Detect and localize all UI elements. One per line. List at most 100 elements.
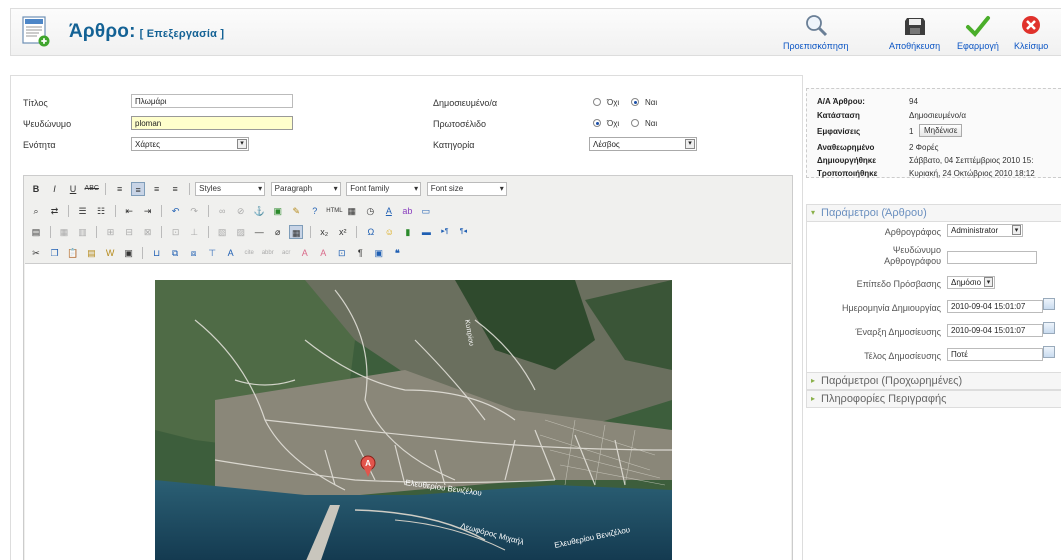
- text-color-icon[interactable]: A: [382, 204, 396, 218]
- table-icon[interactable]: ▦: [57, 225, 71, 239]
- help-icon[interactable]: ?: [308, 204, 322, 218]
- visual-chars-icon[interactable]: ¶: [353, 246, 367, 260]
- horizontal-rule-icon[interactable]: —: [252, 225, 266, 239]
- del-icon[interactable]: A: [298, 246, 312, 260]
- subscript-icon[interactable]: x₂: [317, 225, 331, 239]
- special-char-icon[interactable]: Ω: [364, 225, 378, 239]
- calendar-icon[interactable]: [1043, 322, 1055, 334]
- edit-css-icon[interactable]: ▤: [29, 225, 43, 239]
- align-center-icon[interactable]: ≡: [131, 182, 146, 196]
- published-yes-radio[interactable]: [631, 98, 639, 106]
- insert-row-icon[interactable]: ⊞: [104, 225, 118, 239]
- blockquote-icon[interactable]: ❝: [390, 246, 404, 260]
- close-button[interactable]: Κλείσιμο: [1014, 13, 1048, 51]
- absolute-icon[interactable]: ⊤: [205, 246, 219, 260]
- author-alias-input[interactable]: [947, 251, 1037, 264]
- author-select[interactable]: Administrator ▾: [947, 224, 1023, 237]
- published-no-radio[interactable]: [593, 98, 601, 106]
- undo-icon[interactable]: ↶: [169, 204, 183, 218]
- meta-info-header[interactable]: ▸ Πληροφορίες Περιγραφής: [806, 390, 1061, 408]
- nonbreaking-icon[interactable]: ▣: [372, 246, 386, 260]
- outdent-icon[interactable]: ⇤: [122, 204, 136, 218]
- section-select[interactable]: Χάρτες ▾: [131, 137, 249, 151]
- created-date-input[interactable]: 2010-09-04 15:01:07: [947, 300, 1043, 313]
- separator: [114, 205, 116, 217]
- delete-row-icon[interactable]: ⊟: [122, 225, 136, 239]
- date-icon[interactable]: ▦: [345, 204, 359, 218]
- move-backward-icon[interactable]: ⧈: [187, 246, 201, 260]
- link-icon[interactable]: ∞: [215, 204, 229, 218]
- cleanup-icon[interactable]: ✎: [289, 204, 303, 218]
- replace-icon[interactable]: ⇄: [48, 204, 62, 218]
- ltr-icon[interactable]: ▸¶: [438, 225, 452, 239]
- cut-icon[interactable]: ✂: [29, 246, 43, 260]
- rtl-icon[interactable]: ¶◂: [456, 225, 470, 239]
- publish-start-input[interactable]: 2010-09-04 15:01:07: [947, 324, 1043, 337]
- access-select[interactable]: Δημόσιο ▾: [947, 276, 995, 289]
- calendar-icon[interactable]: [1043, 346, 1055, 358]
- ins-icon[interactable]: A: [316, 246, 330, 260]
- row-props-icon[interactable]: ▥: [76, 225, 90, 239]
- frontpage-yes-radio[interactable]: [631, 119, 639, 127]
- title-input[interactable]: Πλωμάρι: [131, 94, 293, 108]
- paste-text-icon[interactable]: ▤: [85, 246, 99, 260]
- acronym-icon[interactable]: acr: [279, 246, 293, 260]
- calendar-icon[interactable]: [1043, 298, 1055, 310]
- unlink-icon[interactable]: ⊘: [234, 204, 248, 218]
- bullet-list-icon[interactable]: ☰: [76, 204, 90, 218]
- insert-layer-icon[interactable]: ⊔: [150, 246, 164, 260]
- styles-select[interactable]: Styles: [195, 182, 266, 196]
- category-select[interactable]: Λέσβος ▾: [589, 137, 697, 151]
- time-icon[interactable]: ◷: [363, 204, 377, 218]
- align-right-icon[interactable]: ≡: [150, 182, 164, 196]
- indent-icon[interactable]: ⇥: [141, 204, 155, 218]
- align-justify-icon[interactable]: ≡: [168, 182, 182, 196]
- copy-icon[interactable]: ❐: [48, 246, 62, 260]
- visual-aid-icon[interactable]: ▦: [289, 225, 304, 239]
- move-forward-icon[interactable]: ⧉: [168, 246, 182, 260]
- fullscreen-icon[interactable]: ▭: [419, 204, 433, 218]
- paste-icon[interactable]: 📋: [66, 246, 80, 260]
- alias-input[interactable]: ploman: [131, 116, 293, 130]
- rich-text-editor: B I U ABC ≡ ≡ ≡ ≡ Styles Paragraph Font …: [23, 175, 793, 560]
- reset-hits-button[interactable]: Μηδένισε: [919, 124, 963, 137]
- style-props-icon[interactable]: A: [224, 246, 238, 260]
- background-color-icon[interactable]: ab: [400, 204, 414, 218]
- abbr-icon[interactable]: abbr: [261, 246, 275, 260]
- split-icon[interactable]: ⊥: [187, 225, 201, 239]
- remove-format-icon[interactable]: ⌀: [271, 225, 285, 239]
- hr-icon[interactable]: ▬: [419, 225, 433, 239]
- apply-button[interactable]: Εφαρμογή: [957, 13, 999, 51]
- html-icon[interactable]: HTML: [326, 204, 342, 218]
- numbered-list-icon[interactable]: ☷: [94, 204, 108, 218]
- attribs-icon[interactable]: ⊡: [335, 246, 349, 260]
- anchor-icon[interactable]: ⚓: [252, 204, 266, 218]
- layer-icon[interactable]: ▧: [215, 225, 229, 239]
- italic-icon[interactable]: I: [48, 182, 62, 196]
- font-family-select[interactable]: Font family: [346, 182, 422, 196]
- font-size-select[interactable]: Font size: [426, 182, 507, 196]
- paragraph-select[interactable]: Paragraph: [270, 182, 341, 196]
- underline-icon[interactable]: U: [66, 182, 80, 196]
- image-icon[interactable]: ▣: [271, 204, 285, 218]
- bold-icon[interactable]: B: [29, 182, 43, 196]
- advanced-params-header[interactable]: ▸ Παράμετροι (Προχωρημένες): [806, 372, 1061, 390]
- paste-word-icon[interactable]: W: [103, 246, 117, 260]
- align-left-icon[interactable]: ≡: [113, 182, 127, 196]
- preview-button[interactable]: Προεπισκόπηση: [783, 13, 848, 51]
- save-button[interactable]: Αποθήκευση: [889, 13, 940, 51]
- superscript-icon[interactable]: x²: [336, 225, 350, 239]
- media-icon[interactable]: ▮: [401, 225, 415, 239]
- cite-icon[interactable]: cite: [242, 246, 256, 260]
- merge-icon[interactable]: ⊡: [169, 225, 183, 239]
- emoticon-icon[interactable]: ☺: [382, 225, 396, 239]
- editor-content-area[interactable]: A Ελευθερίου Βενιζέλου Λεωφόρος Μιχαήλ Ε…: [25, 263, 791, 560]
- column-icon[interactable]: ⊠: [141, 225, 155, 239]
- find-icon[interactable]: ⌕: [29, 204, 43, 218]
- strikethrough-icon[interactable]: ABC: [85, 182, 99, 196]
- frontpage-no-radio[interactable]: [593, 119, 601, 127]
- redo-icon[interactable]: ↷: [187, 204, 201, 218]
- layer-move-icon[interactable]: ▨: [234, 225, 248, 239]
- select-all-icon[interactable]: ▣: [122, 246, 136, 260]
- publish-end-input[interactable]: Ποτέ: [947, 348, 1043, 361]
